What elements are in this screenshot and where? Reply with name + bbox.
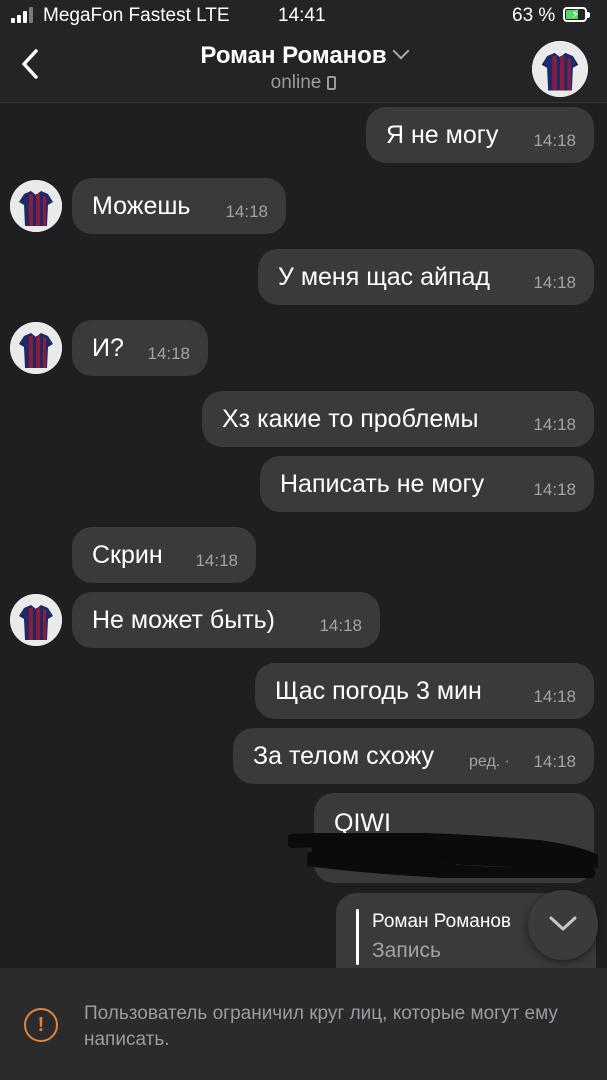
message-bubble[interactable]: Я не могу 14:18 bbox=[366, 107, 594, 163]
message-bubble[interactable]: Щас погодь 3 мин 14:18 bbox=[255, 663, 594, 719]
jersey-icon bbox=[532, 41, 588, 97]
message-time: 14:18 bbox=[533, 480, 576, 499]
contact-name: Роман Романов bbox=[200, 42, 387, 69]
sender-avatar[interactable] bbox=[10, 322, 62, 374]
notice-text: Пользователь ограничил круг лиц, которые… bbox=[84, 1003, 558, 1050]
sender-avatar[interactable] bbox=[10, 180, 62, 232]
contact-title[interactable]: Роман Романов bbox=[0, 42, 607, 70]
message-text: Можешь bbox=[92, 192, 191, 220]
message-bubble[interactable]: Хз какие то проблемы 14:18 bbox=[202, 391, 594, 447]
restriction-notice: ! Пользователь ограничил круг лиц, котор… bbox=[0, 968, 607, 1080]
message-text: У меня щас айпад bbox=[278, 263, 491, 291]
status-time: 14:41 bbox=[278, 5, 326, 26]
edited-label: ред. · bbox=[469, 753, 510, 770]
sender-avatar[interactable] bbox=[10, 594, 62, 646]
contact-status: online bbox=[0, 72, 607, 94]
message-time: 14:18 bbox=[533, 687, 576, 706]
message-time: 14:18 bbox=[533, 131, 576, 150]
message-bubble[interactable]: И? 14:18 bbox=[72, 320, 208, 376]
message-time: 14:18 bbox=[225, 202, 268, 221]
scribble-redaction bbox=[288, 833, 598, 878]
message-time: 14:18 bbox=[533, 415, 576, 434]
message-time: 14:18 bbox=[533, 752, 576, 771]
message-time: 14:18 bbox=[147, 344, 190, 363]
warning-icon: ! bbox=[24, 1008, 58, 1042]
message-bubble[interactable]: У меня щас айпад 14:18 bbox=[258, 249, 594, 305]
message-text: Хз какие то проблемы bbox=[222, 405, 479, 433]
reply-name: Роман Романов bbox=[372, 911, 511, 932]
message-text: Не может быть) bbox=[92, 606, 275, 634]
reply-bar bbox=[356, 909, 359, 965]
message-text: За телом схожу bbox=[253, 742, 434, 770]
message-text: Я не могу bbox=[386, 121, 499, 149]
jersey-icon bbox=[10, 180, 62, 232]
chat-header: Роман Романов online bbox=[0, 32, 607, 103]
message-text: Щас погодь 3 мин bbox=[275, 677, 482, 705]
status-text: online bbox=[270, 72, 322, 93]
reply-text: Запись bbox=[372, 939, 441, 962]
message-bubble[interactable]: За телом схожу ред. · 14:18 bbox=[233, 728, 594, 784]
message-time: 14:18 bbox=[533, 273, 576, 292]
phone-icon bbox=[327, 76, 337, 90]
battery-icon: ⚡ bbox=[563, 7, 590, 22]
status-bar: MegaFon Fastest LTE 14:41 63 % ⚡ bbox=[0, 0, 607, 32]
message-bubble[interactable]: Можешь 14:18 bbox=[72, 178, 286, 234]
message-bubble[interactable]: Не может быть) 14:18 bbox=[72, 592, 380, 648]
jersey-icon bbox=[10, 322, 62, 374]
carrier-label: MegaFon Fastest LTE bbox=[43, 5, 230, 26]
message-text: И? bbox=[92, 334, 124, 362]
message-bubble[interactable]: Написать не могу 14:18 bbox=[260, 456, 594, 512]
message-text: Скрин bbox=[92, 541, 163, 569]
message-time: 14:18 bbox=[195, 551, 238, 570]
chevron-down-icon bbox=[392, 42, 410, 60]
signal-icon bbox=[11, 7, 33, 23]
contact-avatar[interactable] bbox=[532, 41, 588, 97]
scroll-down-button[interactable] bbox=[528, 890, 598, 960]
message-text: Написать не могу bbox=[280, 470, 485, 498]
message-bubble[interactable]: QIWI 79323247350 bbox=[288, 793, 598, 883]
chevron-down-icon bbox=[549, 916, 577, 931]
message-bubble[interactable]: Скрин 14:18 bbox=[72, 527, 256, 583]
jersey-icon bbox=[10, 594, 62, 646]
battery-percent: 63 % bbox=[512, 5, 556, 26]
message-time: 14:18 bbox=[319, 616, 362, 635]
